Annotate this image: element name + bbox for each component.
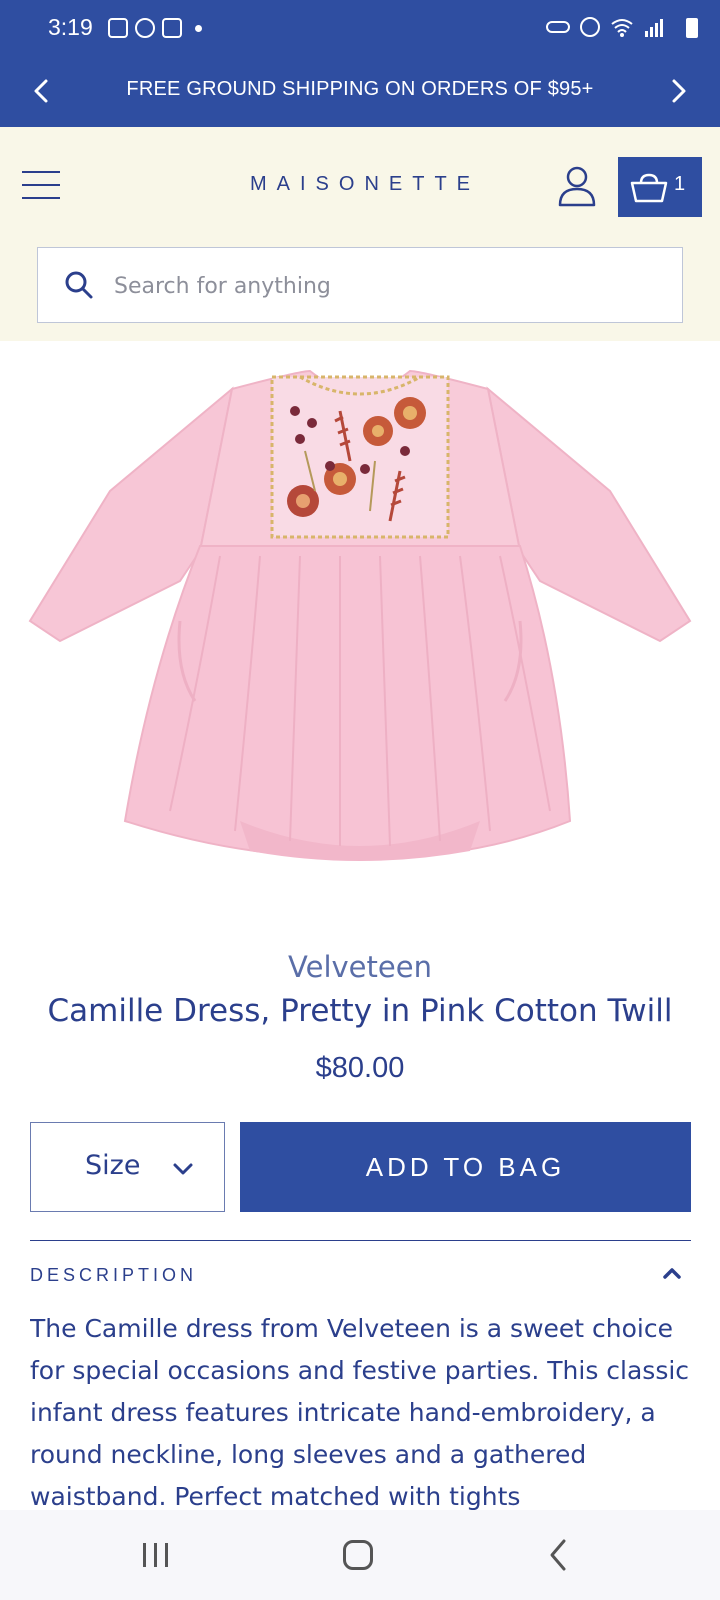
size-select[interactable]: Size [30,1122,225,1212]
bag-count-badge: 1 [674,173,686,195]
battery-icon [686,18,698,38]
brand-logo[interactable]: MAISONETTE [0,173,720,196]
chevron-down-icon [173,1163,193,1175]
status-system-icons [546,17,698,38]
description-text: The Camille dress from Velveteen is a sw… [30,1314,690,1510]
product-brand[interactable]: Velveteen [0,950,720,984]
status-notification-icons [108,18,202,38]
search-input[interactable] [114,268,634,304]
dress-illustration [28,369,692,861]
key-icon [546,21,570,33]
product-title: Camille Dress, Pretty in Pink Cotton Twi… [47,993,673,1029]
outlook-icon [162,18,182,38]
back-icon[interactable] [546,1537,570,1573]
add-to-bag-button[interactable]: ADD TO BAG [240,1122,691,1212]
bag-icon [630,173,668,203]
alarm-icon [580,17,600,37]
recent-apps-icon[interactable] [140,1541,172,1569]
site-header: MAISONETTE 1 [0,127,720,341]
signal-icon [645,19,663,37]
home-icon[interactable] [343,1540,373,1570]
promo-next-arrow-icon[interactable] [658,71,698,111]
product-image[interactable] [0,341,720,901]
wifi-icon [611,19,633,37]
status-time: 3:19 [48,14,93,40]
dot-icon [195,24,202,32]
search-icon [65,271,93,299]
promo-text: FREE GROUND SHIPPING ON ORDERS OF $95+ [126,78,594,100]
whatsapp-icon [135,18,155,38]
size-select-label: Size [85,1150,141,1181]
system-nav-bar [0,1510,720,1600]
chevron-up-icon[interactable] [660,1262,684,1286]
promo-banner: FREE GROUND SHIPPING ON ORDERS OF $95+ [0,56,720,127]
product-price: $80.00 [315,1052,405,1084]
gallery-icon [108,18,128,38]
description-heading[interactable]: DESCRIPTION [30,1265,197,1286]
bag-button[interactable]: 1 [618,157,702,217]
account-icon[interactable] [557,165,597,207]
status-bar: 3:19 [0,0,720,56]
search-bar[interactable] [37,247,683,323]
section-divider [30,1240,691,1241]
